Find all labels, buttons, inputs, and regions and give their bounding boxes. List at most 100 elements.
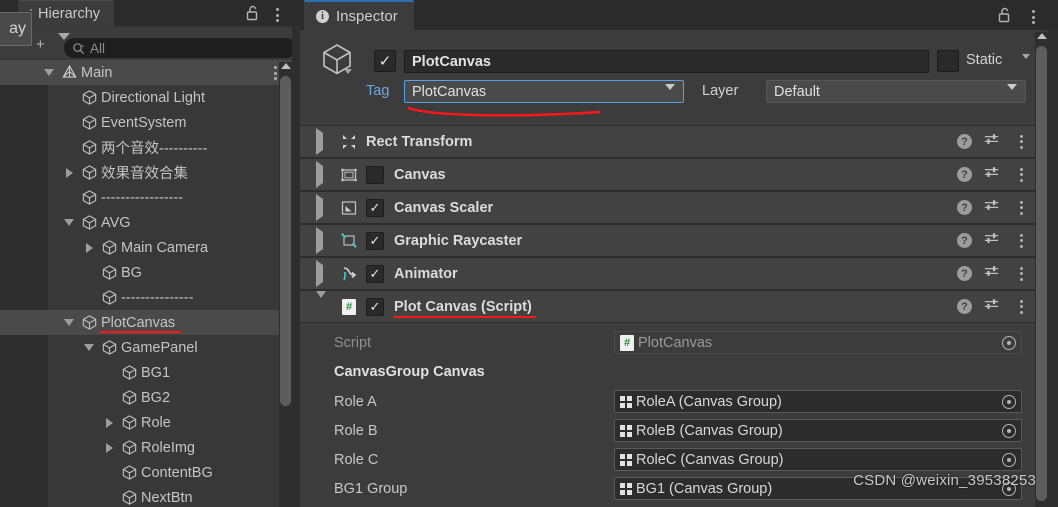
component-header-plot-canvas-script[interactable]: # ✓ Plot Canvas (Script)? xyxy=(300,290,1040,323)
component-kebab-menu-icon[interactable] xyxy=(1015,297,1028,317)
component-preset-sliders-icon[interactable] xyxy=(983,263,1000,285)
hierarchy-item-avg[interactable]: AVG xyxy=(0,210,300,235)
object-picker-icon[interactable] xyxy=(1002,424,1016,438)
component-help-icon[interactable]: ? xyxy=(957,200,972,215)
component-twisty-right-icon[interactable] xyxy=(316,226,323,254)
inspector-kebab-menu-icon[interactable] xyxy=(1027,7,1040,27)
component-kebab-menu-icon[interactable] xyxy=(1015,264,1028,284)
hierarchy-tree[interactable]: Main Directional Light EventSystem 两个音效----… xyxy=(0,60,300,507)
hierarchy-twisty-down-icon[interactable] xyxy=(62,219,76,226)
component-twisty-right-icon[interactable] xyxy=(316,160,323,188)
hierarchy-item-[interactable]: 两个音效---------- xyxy=(0,135,300,160)
component-header-animator[interactable]: ✓ Animator? xyxy=(300,257,1040,290)
component-header-canvas[interactable]: Canvas? xyxy=(300,158,1040,191)
hierarchy-scroll-up-arrow-icon[interactable] xyxy=(280,63,291,69)
hierarchy-item-nextbtn[interactable]: NextBtn xyxy=(0,485,300,507)
hierarchy-kebab-menu-icon[interactable] xyxy=(271,5,284,25)
hierarchy-scrollbar-thumb[interactable] xyxy=(280,76,291,406)
component-preset-sliders-icon[interactable] xyxy=(983,131,1000,153)
hierarchy-lock-open-icon[interactable] xyxy=(245,5,260,26)
component-help-icon[interactable]: ? xyxy=(957,167,972,182)
hierarchy-item-[interactable]: 效果音效合集 xyxy=(0,160,300,185)
gameobject-cube-icon xyxy=(100,289,118,306)
create-plus-icon[interactable]: + xyxy=(36,36,45,53)
component-help-icon[interactable]: ? xyxy=(957,266,972,281)
play-button-label: ay xyxy=(9,20,26,37)
component-preset-sliders-icon[interactable] xyxy=(983,164,1000,186)
hierarchy-item-bg1[interactable]: BG1 xyxy=(0,360,300,385)
gameobject-cube-icon xyxy=(80,139,98,156)
component-preset-sliders-icon[interactable] xyxy=(983,197,1000,219)
hierarchy-twisty-right-icon[interactable] xyxy=(82,242,96,253)
hierarchy-item-main[interactable]: Main xyxy=(0,60,300,85)
inspector-scroll-up-arrow-icon[interactable] xyxy=(1036,33,1047,39)
component-twisty-right-icon[interactable] xyxy=(316,259,323,287)
hierarchy-search-input[interactable]: All xyxy=(64,38,296,58)
component-enabled-checkbox[interactable]: ✓ xyxy=(366,198,384,217)
inspector-scrollbar-thumb[interactable] xyxy=(1036,46,1047,501)
hierarchy-vertical-scrollbar[interactable] xyxy=(279,62,292,507)
component-enabled-checkbox[interactable] xyxy=(366,165,384,184)
hierarchy-item-directional-light[interactable]: Directional Light xyxy=(0,85,300,110)
tag-dropdown[interactable]: PlotCanvas xyxy=(404,80,684,106)
component-help-icon[interactable]: ? xyxy=(957,233,972,248)
component-title: Canvas xyxy=(394,166,446,183)
hierarchy-item-eventsystem[interactable]: EventSystem xyxy=(0,110,300,135)
component-kebab-menu-icon[interactable] xyxy=(1015,165,1028,185)
hierarchy-twisty-down-icon[interactable] xyxy=(42,69,56,76)
component-enabled-checkbox[interactable]: ✓ xyxy=(366,264,384,283)
canvas-scaler-icon xyxy=(338,197,360,219)
component-kebab-menu-icon[interactable] xyxy=(1015,198,1028,218)
component-enabled-checkbox[interactable]: ✓ xyxy=(366,231,384,250)
component-header-graphic-raycaster[interactable]: ✓ Graphic Raycaster? xyxy=(300,224,1040,257)
property-label: BG1 Group xyxy=(334,481,408,497)
object-reference-field[interactable]: RoleC (Canvas Group) xyxy=(614,448,1022,471)
tab-hierarchy[interactable]: Hierarchy xyxy=(18,0,115,26)
object-picker-icon[interactable] xyxy=(1002,395,1016,409)
gameobject-icon-chevron-down-icon[interactable] xyxy=(344,69,352,92)
component-twisty-right-icon[interactable] xyxy=(316,193,323,221)
component-header-canvas-scaler[interactable]: ✓ Canvas Scaler? xyxy=(300,191,1040,224)
hierarchy-item-label: AVG xyxy=(101,214,131,231)
hierarchy-item-gamepanel[interactable]: GamePanel xyxy=(0,335,300,360)
hierarchy-item-role[interactable]: Role xyxy=(0,410,300,435)
hierarchy-item-contentbg[interactable]: ContentBG xyxy=(0,460,300,485)
gameobject-active-checkbox[interactable]: ✓ xyxy=(374,50,396,72)
static-checkbox[interactable] xyxy=(937,50,959,72)
hierarchy-item-plotcanvas[interactable]: PlotCanvas xyxy=(0,310,300,335)
object-picker-icon[interactable] xyxy=(1002,453,1016,467)
component-help-icon[interactable]: ? xyxy=(957,134,972,149)
component-kebab-menu-icon[interactable] xyxy=(1015,132,1028,152)
object-reference-field[interactable]: RoleA (Canvas Group) xyxy=(614,390,1022,413)
component-twisty-down-icon[interactable] xyxy=(316,290,326,316)
component-twisty-right-icon[interactable] xyxy=(316,127,323,155)
component-kebab-menu-icon[interactable] xyxy=(1015,231,1028,251)
hierarchy-row-gutter xyxy=(0,310,48,335)
inspector-lock-open-icon[interactable] xyxy=(997,7,1012,28)
hierarchy-item-main-camera[interactable]: Main Camera xyxy=(0,235,300,260)
hierarchy-item-[interactable]: --------------- xyxy=(0,285,300,310)
component-preset-sliders-icon[interactable] xyxy=(983,296,1000,318)
hierarchy-item-bg2[interactable]: BG2 xyxy=(0,385,300,410)
hierarchy-twisty-right-icon[interactable] xyxy=(102,417,116,428)
gameobject-name-input[interactable]: PlotCanvas xyxy=(404,50,929,73)
hierarchy-item-roleimg[interactable]: RoleImg xyxy=(0,435,300,460)
hierarchy-row-gutter xyxy=(0,235,48,260)
component-help-icon[interactable]: ? xyxy=(957,299,972,314)
inspector-vertical-scrollbar[interactable] xyxy=(1035,32,1048,507)
hierarchy-item-[interactable]: ----------------- xyxy=(0,185,300,210)
object-reference-field[interactable]: RoleB (Canvas Group) xyxy=(614,419,1022,442)
hierarchy-twisty-right-icon[interactable] xyxy=(62,167,76,178)
hierarchy-twisty-right-icon[interactable] xyxy=(102,442,116,453)
hierarchy-twisty-down-icon[interactable] xyxy=(62,319,76,326)
tab-inspector[interactable]: i Inspector xyxy=(304,0,414,30)
component-header-rect-transform[interactable]: Rect Transform? xyxy=(300,125,1040,158)
component-preset-sliders-icon[interactable] xyxy=(983,230,1000,252)
hierarchy-item-bg[interactable]: BG xyxy=(0,260,300,285)
hierarchy-twisty-down-icon[interactable] xyxy=(82,344,96,351)
static-chevron-down-icon[interactable] xyxy=(1022,54,1030,77)
layer-dropdown[interactable]: Default xyxy=(766,80,1026,106)
play-button-fragment[interactable]: ay xyxy=(0,12,32,46)
component-enabled-checkbox[interactable]: ✓ xyxy=(366,297,384,316)
script-object-picker-icon[interactable] xyxy=(1002,336,1016,350)
